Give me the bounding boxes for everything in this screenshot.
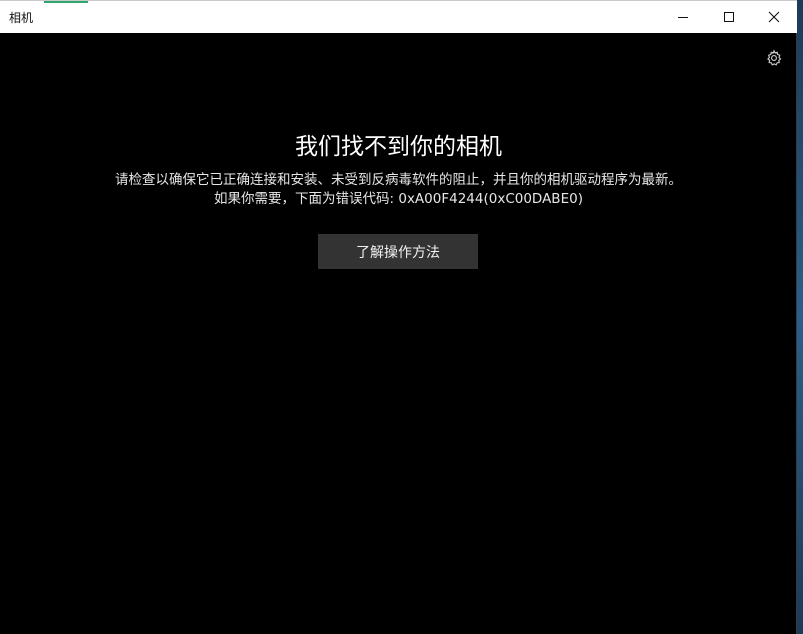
title-bar[interactable]: 相机 — [0, 0, 797, 33]
description-line-2: 如果你需要，下面为错误代码: 0xA00F4244(0xC00DABE0) — [214, 191, 583, 207]
close-button[interactable] — [751, 1, 796, 33]
camera-app-window: 相机 我们找不到你的相机 请检查以确保它已正确连接和安装、未受到反病毒软件的阻止… — [0, 0, 797, 634]
description-line-1: 请检查以确保它已正确连接和安装、未受到反病毒软件的阻止，并且你的相机驱动程序为最… — [115, 172, 682, 188]
learn-how-button[interactable]: 了解操作方法 — [318, 234, 478, 269]
error-heading: 我们找不到你的相机 — [295, 134, 502, 160]
minimize-button[interactable] — [660, 1, 705, 33]
gear-icon — [767, 49, 782, 66]
title-accent — [44, 1, 88, 3]
close-icon — [768, 11, 779, 23]
desktop-background — [797, 0, 803, 634]
maximize-icon — [723, 12, 734, 22]
maximize-button[interactable] — [706, 1, 751, 33]
error-description: 请检查以确保它已正确连接和安装、未受到反病毒软件的阻止，并且你的相机驱动程序为最… — [0, 171, 797, 209]
minimize-icon — [677, 17, 688, 18]
window-title: 相机 — [9, 11, 34, 25]
settings-button[interactable] — [764, 48, 784, 68]
